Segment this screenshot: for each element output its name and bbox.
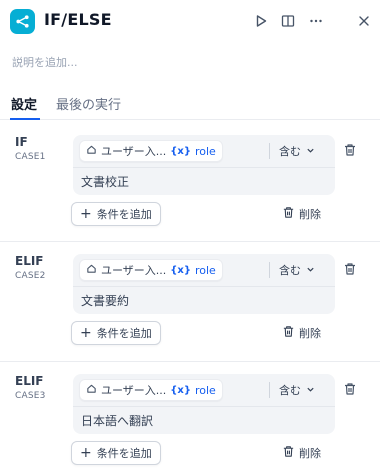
split-view-icon[interactable]: [278, 11, 298, 31]
condition-value-input[interactable]: 文書要約: [81, 292, 129, 309]
case-label: IF: [15, 135, 28, 149]
home-icon: [86, 144, 97, 158]
delete-case-button[interactable]: 削除: [282, 324, 321, 342]
add-condition-button[interactable]: + 条件を追加: [71, 321, 161, 345]
operator-select[interactable]: 含む: [279, 380, 315, 400]
operator-label: 含む: [279, 145, 301, 158]
chevron-down-icon: [306, 384, 315, 397]
tab-settings[interactable]: 設定: [11, 94, 37, 113]
divider: [269, 382, 270, 398]
close-icon[interactable]: [354, 11, 374, 31]
chevron-down-icon: [306, 145, 315, 158]
delete-case-button[interactable]: 削除: [282, 205, 321, 223]
operator-select[interactable]: 含む: [279, 141, 315, 161]
condition-row: ユーザー入... {x} role 含む 文書要約: [73, 254, 335, 314]
divider: [269, 262, 270, 278]
trash-icon: [282, 325, 295, 341]
add-condition-button[interactable]: + 条件を追加: [71, 202, 161, 226]
divider: [73, 286, 335, 287]
condition-value-input[interactable]: 日本語へ翻訳: [81, 412, 153, 429]
tab-last-run[interactable]: 最後の実行: [56, 94, 121, 113]
branch-icon: [10, 9, 35, 34]
divider: [73, 406, 335, 407]
add-condition-label: 条件を追加: [96, 327, 152, 340]
trash-icon: [282, 206, 295, 222]
divider: [0, 241, 380, 242]
operator-label: 含む: [279, 264, 301, 277]
chevron-down-icon: [306, 264, 315, 277]
case-id: CASE3: [15, 391, 46, 401]
case-label: ELIF: [15, 254, 44, 268]
divider: [0, 361, 380, 362]
operator-select[interactable]: 含む: [279, 260, 315, 280]
variable-name: role: [194, 263, 216, 277]
divider: [269, 143, 270, 159]
operator-label: 含む: [279, 384, 301, 397]
play-icon[interactable]: [251, 11, 271, 31]
add-condition-label: 条件を追加: [96, 447, 152, 460]
variable-node-name: ユーザー入...: [101, 264, 167, 277]
variable-icon: {x}: [170, 145, 191, 157]
divider: [73, 167, 335, 168]
active-tab-indicator: [10, 118, 40, 120]
tab-bar: 設定 最後の実行: [0, 88, 380, 120]
condition-value-input[interactable]: 文書校正: [81, 173, 129, 190]
delete-case-button[interactable]: 削除: [282, 444, 321, 462]
case-id: CASE2: [15, 271, 46, 281]
delete-label: 削除: [299, 327, 321, 340]
variable-node-name: ユーザー入...: [101, 145, 167, 158]
add-condition-button[interactable]: + 条件を追加: [71, 441, 161, 465]
variable-name: role: [194, 383, 216, 397]
case-id: CASE1: [15, 152, 46, 162]
trash-icon[interactable]: [341, 260, 359, 278]
description-input[interactable]: 説明を追加...: [12, 54, 78, 70]
trash-icon: [282, 445, 295, 461]
variable-name: role: [194, 144, 216, 158]
variable-selector[interactable]: ユーザー入... {x} role: [79, 140, 223, 162]
plus-icon: +: [80, 325, 92, 341]
variable-icon: {x}: [170, 264, 191, 276]
variable-node-name: ユーザー入...: [101, 384, 167, 397]
variable-icon: {x}: [170, 384, 191, 396]
home-icon: [86, 263, 97, 277]
node-title: IF/ELSE: [44, 10, 112, 29]
delete-label: 削除: [299, 208, 321, 221]
panel-header: IF/ELSE: [0, 0, 380, 44]
case-label: ELIF: [15, 374, 44, 388]
add-condition-label: 条件を追加: [96, 208, 152, 221]
home-icon: [86, 383, 97, 397]
plus-icon: +: [80, 445, 92, 461]
condition-row: ユーザー入... {x} role 含む 日本語へ翻訳: [73, 374, 335, 434]
trash-icon[interactable]: [341, 141, 359, 159]
more-icon[interactable]: [306, 11, 326, 31]
variable-selector[interactable]: ユーザー入... {x} role: [79, 259, 223, 281]
delete-label: 削除: [299, 447, 321, 460]
condition-row: ユーザー入... {x} role 含む 文書校正: [73, 135, 335, 195]
plus-icon: +: [80, 206, 92, 222]
variable-selector[interactable]: ユーザー入... {x} role: [79, 379, 223, 401]
trash-icon[interactable]: [341, 380, 359, 398]
